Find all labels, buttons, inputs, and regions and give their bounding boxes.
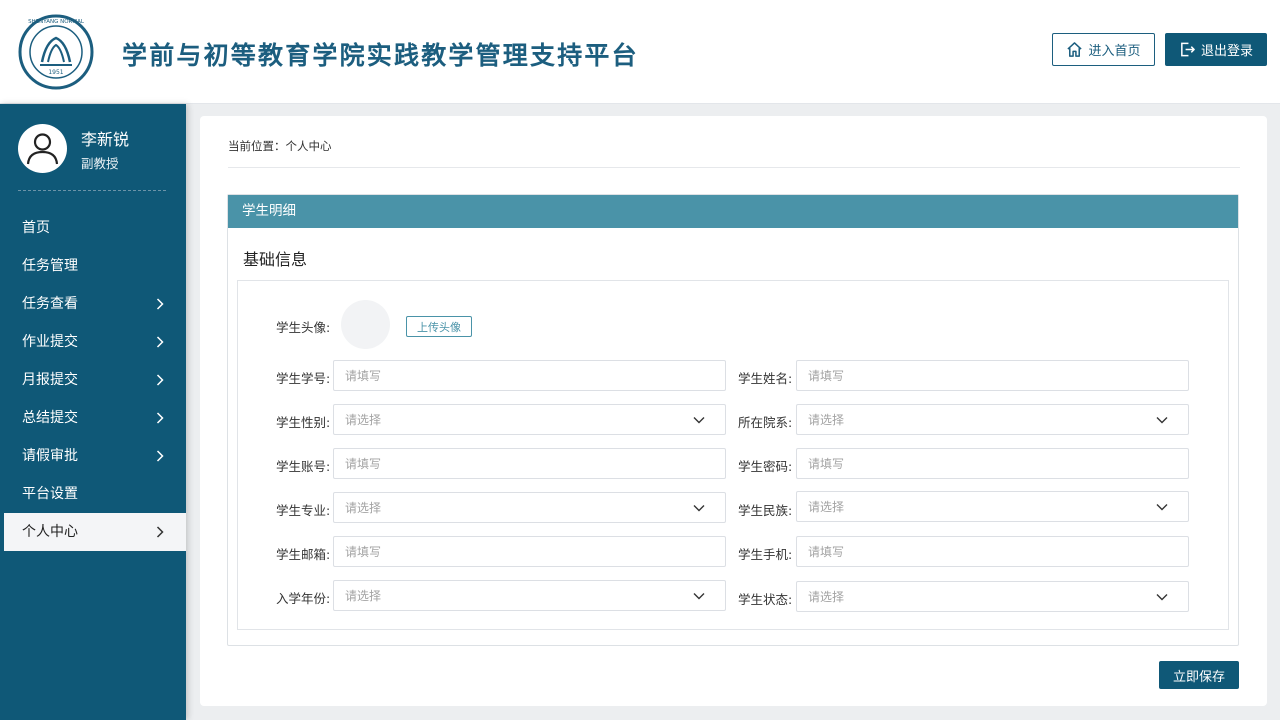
chevron-right-icon xyxy=(156,361,164,399)
ethnicity-select[interactable]: 请选择 xyxy=(796,491,1189,522)
gender-select-value: 请选择 xyxy=(345,413,382,427)
logout-button-label: 退出登录 xyxy=(1200,44,1253,59)
chevron-right-icon xyxy=(156,437,164,475)
password-label: 学生密码: xyxy=(738,459,793,474)
student-detail-panel: 学生明细 基础信息 学生头像: 上传头像 学生学号: 学生姓名: 学生性别: 请… xyxy=(227,194,1239,646)
department-select[interactable]: 请选择 xyxy=(796,404,1189,435)
status-label: 学生状态: xyxy=(738,592,793,607)
password-field[interactable] xyxy=(808,449,1188,478)
account-input[interactable] xyxy=(333,448,726,479)
gender-label: 学生性别: xyxy=(276,415,331,430)
save-button[interactable]: 立即保存 xyxy=(1159,661,1239,689)
major-select-value: 请选择 xyxy=(345,501,382,515)
chevron-right-icon xyxy=(156,323,164,361)
student-name-input[interactable] xyxy=(796,360,1189,391)
chevron-down-icon xyxy=(693,581,705,610)
student-no-field[interactable] xyxy=(345,361,725,390)
chevron-right-icon xyxy=(156,285,164,323)
home-icon xyxy=(1067,42,1083,57)
enroll-year-select[interactable]: 请选择 xyxy=(333,580,726,611)
major-label: 学生专业: xyxy=(276,503,331,518)
breadcrumb: 当前位置：个人中心 xyxy=(228,139,332,153)
student-no-label: 学生学号: xyxy=(276,371,331,386)
student-name-field[interactable] xyxy=(808,361,1188,390)
home-button[interactable]: 进入首页 xyxy=(1052,33,1155,66)
chevron-down-icon xyxy=(693,405,705,434)
user-title: 副教授 xyxy=(81,156,119,171)
password-input[interactable] xyxy=(796,448,1189,479)
chevron-down-icon xyxy=(1156,492,1168,521)
email-label: 学生邮箱: xyxy=(276,547,331,562)
sidebar-item-home[interactable]: 首页 xyxy=(0,209,186,247)
department-label: 所在院系: xyxy=(738,415,793,430)
header: SHENYANG NORMAL 1951 学前与初等教育学院实践教学管理支持平台… xyxy=(0,0,1280,104)
svg-text:1951: 1951 xyxy=(48,69,63,76)
site-title: 学前与初等教育学院实践教学管理支持平台 xyxy=(122,41,639,70)
sidebar-divider xyxy=(18,190,166,191)
account-label: 学生账号: xyxy=(276,459,331,474)
user-icon xyxy=(26,133,59,165)
chevron-down-icon xyxy=(1156,405,1168,434)
ethnicity-label: 学生民族: xyxy=(738,503,793,518)
enroll-year-select-value: 请选择 xyxy=(345,589,382,603)
avatar[interactable] xyxy=(18,124,67,173)
status-select-value: 请选择 xyxy=(808,590,845,604)
main-content: 当前位置：个人中心 学生明细 基础信息 学生头像: 上传头像 学生学号: 学生姓… xyxy=(200,116,1267,706)
sidebar-item-platform-settings[interactable]: 平台设置 xyxy=(0,475,186,513)
sidebar: 李新锐 副教授 首页 任务管理 任务查看 作业提交 月报提交 总结提交 请假审批 xyxy=(0,104,186,720)
sidebar-item-leave-approval[interactable]: 请假审批 xyxy=(0,437,186,475)
student-no-input[interactable] xyxy=(333,360,726,391)
ethnicity-select-value: 请选择 xyxy=(808,500,845,514)
phone-input[interactable] xyxy=(796,536,1189,567)
student-avatar-placeholder[interactable] xyxy=(341,300,390,349)
account-field[interactable] xyxy=(345,449,725,478)
upload-avatar-button[interactable]: 上传头像 xyxy=(406,316,472,337)
student-form: 学生头像: 上传头像 学生学号: 学生姓名: 学生性别: 请选择 所在院系: 请… xyxy=(237,280,1229,630)
sidebar-item-label: 平台设置 xyxy=(22,486,78,502)
section-title: 基础信息 xyxy=(243,250,308,269)
sidebar-item-summary[interactable]: 总结提交 xyxy=(0,399,186,437)
gender-select[interactable]: 请选择 xyxy=(333,404,726,435)
logout-icon xyxy=(1181,42,1195,57)
sidebar-item-task-view[interactable]: 任务查看 xyxy=(0,285,186,323)
major-select[interactable]: 请选择 xyxy=(333,492,726,523)
avatar-label: 学生头像: xyxy=(276,320,331,335)
email-field[interactable] xyxy=(345,537,725,566)
sidebar-item-label: 总结提交 xyxy=(22,410,78,426)
sidebar-item-label: 首页 xyxy=(22,220,50,236)
sidebar-item-label: 作业提交 xyxy=(22,334,78,350)
sidebar-item-label: 任务管理 xyxy=(22,258,78,274)
chevron-right-icon xyxy=(156,513,164,551)
sidebar-nav: 首页 任务管理 任务查看 作业提交 月报提交 总结提交 请假审批 平台设置 个人… xyxy=(0,209,186,551)
chevron-down-icon xyxy=(693,493,705,522)
panel-title: 学生明细 xyxy=(228,195,1238,228)
sidebar-item-label: 个人中心 xyxy=(22,524,78,540)
student-name-label: 学生姓名: xyxy=(738,371,793,386)
sidebar-item-task-management[interactable]: 任务管理 xyxy=(0,247,186,285)
breadcrumb-divider xyxy=(228,167,1240,168)
user-name: 李新锐 xyxy=(81,130,130,149)
svg-text:SHENYANG NORMAL: SHENYANG NORMAL xyxy=(28,19,85,25)
sidebar-item-homework[interactable]: 作业提交 xyxy=(0,323,186,361)
department-select-value: 请选择 xyxy=(808,413,845,427)
phone-label: 学生手机: xyxy=(738,547,793,562)
chevron-right-icon xyxy=(156,399,164,437)
email-input[interactable] xyxy=(333,536,726,567)
status-select[interactable]: 请选择 xyxy=(796,581,1189,612)
enroll-year-label: 入学年份: xyxy=(276,591,331,606)
sidebar-item-monthly-report[interactable]: 月报提交 xyxy=(0,361,186,399)
logout-button[interactable]: 退出登录 xyxy=(1165,33,1267,66)
chevron-down-icon xyxy=(1156,582,1168,611)
sidebar-item-label: 请假审批 xyxy=(22,448,78,464)
phone-field[interactable] xyxy=(808,537,1188,566)
university-logo: SHENYANG NORMAL 1951 xyxy=(18,14,94,90)
home-button-label: 进入首页 xyxy=(1088,44,1141,59)
sidebar-item-label: 月报提交 xyxy=(22,372,78,388)
sidebar-item-personal-center[interactable]: 个人中心 xyxy=(4,513,186,551)
sidebar-item-label: 任务查看 xyxy=(22,296,78,312)
